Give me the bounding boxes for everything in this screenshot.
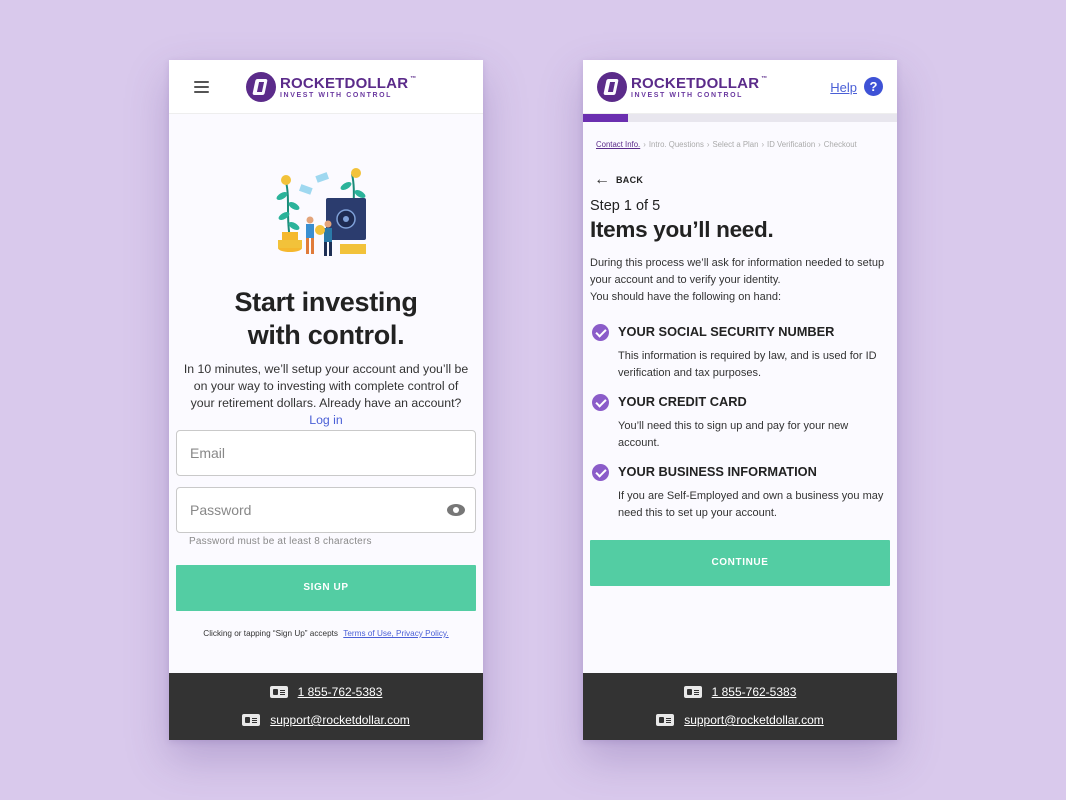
email-placeholder: Email (190, 445, 226, 461)
check-circle-icon (592, 464, 609, 481)
footer-email: support@rocketdollar.com (583, 713, 897, 727)
hero-title-line1: Start investing (234, 287, 418, 317)
continue-button[interactable]: CONTINUE (590, 540, 890, 586)
footer: 1 855-762-5383 support@rocketdollar.com (169, 673, 483, 740)
password-placeholder: Password (190, 502, 252, 518)
footer: 1 855-762-5383 support@rocketdollar.com (583, 673, 897, 740)
footer-phone: 1 855-762-5383 (583, 685, 897, 699)
trademark-symbol: ™ (761, 75, 768, 82)
breadcrumb-separator: › (818, 140, 821, 149)
breadcrumb-contact-info[interactable]: Contact Info. (596, 140, 640, 149)
page-title: Items you’ll need. (590, 217, 774, 242)
phone-link[interactable]: 1 855-762-5383 (712, 685, 797, 699)
check-circle-icon (592, 394, 609, 411)
email-link[interactable]: support@rocketdollar.com (270, 713, 410, 727)
hero-subtitle: In 10 minutes, we’ll setup your account … (181, 361, 471, 429)
requirement-desc: This information is required by law, and… (618, 350, 877, 379)
back-button[interactable]: ← BACK (594, 172, 643, 188)
help-link[interactable]: Help (830, 80, 857, 95)
breadcrumb-id-verification: ID Verification (767, 140, 816, 149)
hero-title-line2: with control. (247, 320, 405, 350)
hamburger-icon[interactable] (194, 81, 209, 93)
requirement-desc: You’ll need this to sign up and pay for … (618, 420, 849, 449)
breadcrumb: Contact Info. › Intro. Questions › Select a … (596, 140, 857, 149)
breadcrumb-separator: › (761, 140, 765, 149)
brand-logo[interactable]: ROCKETDOLLAR ™ INVEST WITH CONTROL (246, 72, 416, 102)
arrow-left-icon: ← (594, 171, 610, 188)
checklist-screen: ROCKETDOLLAR ™ INVEST WITH CONTROL Help ?… (583, 60, 897, 740)
intro-line1: During this process we’ll ask for inform… (590, 257, 885, 286)
breadcrumb-select-plan: Select a Plan (712, 140, 759, 149)
signup-screen: ROCKETDOLLAR ™ INVEST WITH CONTROL Start… (169, 60, 483, 740)
progress-bar (583, 114, 897, 122)
terms-link[interactable]: Terms of Use, Privacy Policy. (343, 629, 448, 638)
phone-link[interactable]: 1 855-762-5383 (298, 685, 383, 699)
contact-card-icon (269, 686, 288, 698)
eye-icon[interactable] (447, 504, 465, 516)
breadcrumb-checkout: Checkout (823, 140, 857, 149)
app-header: ROCKETDOLLAR ™ INVEST WITH CONTROL (169, 60, 483, 114)
requirement-title: YOUR BUSINESS INFORMATION (618, 464, 817, 479)
back-label: BACK (616, 175, 644, 185)
brand-tagline: INVEST WITH CONTROL (631, 91, 744, 99)
requirement-title: YOUR CREDIT CARD (618, 394, 747, 409)
email-link[interactable]: support@rocketdollar.com (684, 713, 824, 727)
requirement-title: YOUR SOCIAL SECURITY NUMBER (618, 324, 835, 339)
rocketdollar-logo-icon (597, 72, 627, 102)
investor-illustration (276, 168, 366, 256)
contact-card-icon (242, 714, 261, 726)
help-icon[interactable]: ? (864, 77, 883, 96)
email-field[interactable]: Email (176, 430, 476, 476)
trademark-symbol: ™ (410, 75, 417, 82)
requirement-desc: If you are Self-Employed and own a busin… (618, 490, 884, 519)
app-header: ROCKETDOLLAR ™ INVEST WITH CONTROL Help ? (583, 60, 897, 114)
sign-up-button[interactable]: SIGN UP (176, 565, 476, 611)
breadcrumb-separator: › (643, 140, 646, 149)
progress-fill (583, 114, 628, 122)
terms-text: Clicking or tapping “Sign Up” accepts (203, 629, 338, 638)
intro-line2: You should have the following on hand: (590, 291, 782, 303)
brand-tagline: INVEST WITH CONTROL (280, 91, 393, 99)
brand-logo[interactable]: ROCKETDOLLAR ™ INVEST WITH CONTROL (597, 72, 767, 102)
password-field[interactable]: Password (176, 487, 476, 533)
intro-text: During this process we’ll ask for inform… (590, 255, 887, 306)
check-circle-icon (592, 324, 609, 341)
login-link[interactable]: Log in (309, 413, 343, 427)
footer-email: support@rocketdollar.com (169, 713, 483, 727)
brand-name: ROCKETDOLLAR (631, 74, 760, 92)
step-indicator: Step 1 of 5 (590, 198, 661, 214)
rocketdollar-logo-icon (246, 72, 276, 102)
contact-card-icon (656, 714, 675, 726)
breadcrumb-intro-questions: Intro. Questions (648, 140, 704, 149)
footer-phone: 1 855-762-5383 (169, 685, 483, 699)
brand-name: ROCKETDOLLAR (280, 74, 409, 92)
password-hint: Password must be at least 8 characters (189, 536, 372, 547)
terms-notice: Clicking or tapping “Sign Up” accepts Te… (169, 629, 483, 638)
breadcrumb-separator: › (706, 140, 710, 149)
hero-title: Start investing with control. (169, 286, 483, 352)
hero-subtitle-text: In 10 minutes, we’ll setup your account … (183, 362, 469, 410)
contact-card-icon (683, 686, 702, 698)
